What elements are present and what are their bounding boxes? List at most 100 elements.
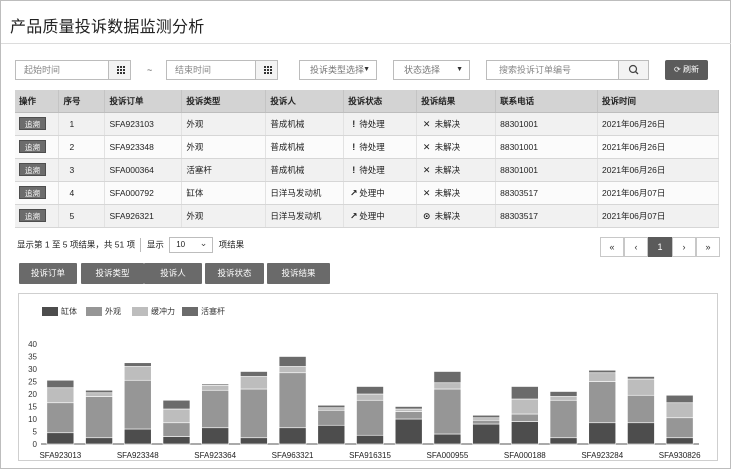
chevron-down-icon: ⌄ bbox=[199, 238, 208, 248]
bar-segment bbox=[240, 376, 268, 390]
row-person: 日洋马发动机 bbox=[265, 204, 345, 228]
tab-status[interactable]: 投诉状态 bbox=[205, 263, 264, 284]
col-header-seq[interactable]: 序号 bbox=[58, 90, 106, 113]
unresolved-icon: ✕ bbox=[422, 141, 431, 152]
row-status: 处理中 bbox=[359, 187, 385, 198]
bar-segment bbox=[46, 402, 75, 434]
trace-button[interactable]: 追溯 bbox=[19, 209, 46, 222]
app-window: 产品质量投诉数据监测分析 起始时间 ~ 结束时间 投诉类型选择 ▼ 状态选择 ▼… bbox=[0, 0, 731, 469]
col-header-order[interactable]: 投诉订单 bbox=[104, 90, 183, 113]
end-date-input[interactable]: 结束时间 bbox=[166, 60, 278, 80]
refresh-button[interactable]: ⟳ 刷新 bbox=[665, 60, 708, 80]
y-tick-label: 35 bbox=[28, 353, 37, 362]
complaint-type-select[interactable]: 投诉类型选择 ▼ bbox=[299, 60, 377, 80]
tab-order[interactable]: 投诉订单 bbox=[19, 263, 77, 284]
bar-segment bbox=[549, 437, 578, 445]
table-row: 追溯 4 SFA000792 缸体 日洋马发动机 ↗ 处理中 ✕ 未解决 8830… bbox=[15, 181, 719, 205]
refresh-label: 刷新 bbox=[682, 65, 699, 74]
row-phone: 88303517 bbox=[495, 181, 599, 205]
bar-segment bbox=[394, 411, 423, 420]
row-result: 未解决 bbox=[434, 187, 461, 198]
col-header-result[interactable]: 投诉结果 bbox=[416, 90, 497, 113]
bar-segment bbox=[85, 437, 113, 445]
row-result: 未解决 bbox=[434, 164, 461, 175]
first-page-button[interactable]: « bbox=[600, 237, 624, 257]
bar-segment bbox=[549, 399, 578, 439]
bar-segment bbox=[46, 379, 75, 389]
page-size-value: 10 bbox=[176, 240, 186, 249]
tab-type[interactable]: 投诉类型 bbox=[81, 263, 144, 284]
bar-segment bbox=[85, 389, 113, 394]
calendar-icon[interactable] bbox=[108, 61, 130, 79]
bar-segment bbox=[588, 381, 617, 424]
trace-button[interactable]: 追溯 bbox=[19, 186, 46, 199]
bar-segment bbox=[317, 424, 346, 445]
bar-segment bbox=[317, 407, 346, 411]
page-1-button[interactable]: 1 bbox=[648, 237, 672, 257]
row-action-cell: 追溯 bbox=[15, 204, 60, 228]
tab-result[interactable]: 投诉结果 bbox=[267, 263, 330, 284]
table-row: 追溯 3 SFA000364 活塞杆 普成机械 ! 待处理 ✕ 未解决 88301… bbox=[15, 158, 719, 182]
x-tick-label: SFA916315 bbox=[349, 451, 391, 460]
col-header-person[interactable]: 投诉人 bbox=[265, 90, 345, 113]
bar-segment bbox=[278, 356, 307, 367]
page-size-select[interactable]: 10 ⌄ bbox=[169, 237, 214, 253]
row-time: 2021年06月26日 bbox=[597, 158, 719, 182]
col-header-status[interactable]: 投诉状态 bbox=[343, 90, 418, 113]
title-divider bbox=[1, 43, 731, 44]
calendar-icon[interactable] bbox=[255, 61, 277, 79]
y-tick-label: 40 bbox=[28, 340, 37, 349]
status-select[interactable]: 状态选择 ▼ bbox=[393, 60, 470, 80]
x-tick-label: SFA923013 bbox=[39, 451, 81, 460]
bar-segment bbox=[665, 417, 694, 439]
row-result: 未解决 bbox=[434, 141, 461, 152]
search-icon bbox=[628, 64, 639, 75]
row-person: 普成机械 bbox=[265, 135, 345, 159]
x-tick-label: SFA923364 bbox=[194, 451, 236, 460]
last-page-button[interactable]: » bbox=[696, 237, 720, 257]
bar-segment bbox=[588, 422, 617, 445]
trace-button[interactable]: 追溯 bbox=[19, 140, 46, 153]
col-header-phone[interactable]: 联系电话 bbox=[495, 90, 599, 113]
row-time: 2021年06月26日 bbox=[597, 135, 719, 159]
col-header-time[interactable]: 投诉时间 bbox=[597, 90, 719, 113]
prev-page-button[interactable]: ‹ bbox=[624, 237, 648, 257]
bar-segment bbox=[549, 396, 578, 401]
col-header-type[interactable]: 投诉类型 bbox=[181, 90, 267, 113]
row-time: 2021年06月07日 bbox=[597, 181, 719, 205]
row-seq: 2 bbox=[58, 135, 106, 159]
row-seq: 1 bbox=[58, 112, 106, 136]
pending-icon: ! bbox=[352, 164, 356, 175]
bar-segment bbox=[201, 384, 229, 391]
x-tick-label: SFA930826 bbox=[659, 451, 701, 460]
chart-panel: 缸体 外观 缓冲力 活塞杆 0 5 10 15 20 25 30 35 40 SFA923013 S… bbox=[18, 293, 718, 461]
trace-button[interactable]: 追溯 bbox=[19, 163, 46, 176]
bar-segment bbox=[627, 376, 655, 380]
bar-segment bbox=[433, 388, 462, 435]
search-button[interactable] bbox=[618, 61, 648, 79]
bar-segment bbox=[240, 437, 268, 445]
trace-button[interactable]: 追溯 bbox=[19, 117, 46, 130]
bar-segment bbox=[665, 402, 694, 419]
bar-segment bbox=[472, 414, 500, 419]
info-divider bbox=[140, 238, 142, 252]
next-page-button[interactable]: › bbox=[672, 237, 696, 257]
row-status-cell: ! 待处理 bbox=[343, 112, 418, 136]
row-phone: 88301001 bbox=[495, 158, 599, 182]
x-tick-label: SFA000955 bbox=[427, 451, 469, 460]
unresolved-icon: ✕ bbox=[422, 118, 431, 129]
row-seq: 5 bbox=[58, 204, 106, 228]
tab-person[interactable]: 投诉人 bbox=[144, 263, 202, 284]
y-tick-label: 15 bbox=[28, 403, 37, 412]
row-result-cell: ✕ 未解决 bbox=[416, 135, 497, 159]
row-person: 普成机械 bbox=[265, 158, 345, 182]
caret-down-icon: ▼ bbox=[456, 66, 463, 73]
bar-segment bbox=[472, 423, 500, 445]
in-progress-icon: ↗ bbox=[349, 187, 358, 198]
col-header-action[interactable]: 操作 bbox=[15, 90, 60, 113]
row-time: 2021年06月26日 bbox=[597, 112, 719, 136]
x-tick-label: SFA963321 bbox=[272, 451, 314, 460]
order-search-input[interactable]: 搜索投诉订单编号 bbox=[486, 60, 649, 80]
start-date-input[interactable]: 起始时间 bbox=[15, 60, 131, 80]
bar-segment bbox=[278, 372, 307, 429]
